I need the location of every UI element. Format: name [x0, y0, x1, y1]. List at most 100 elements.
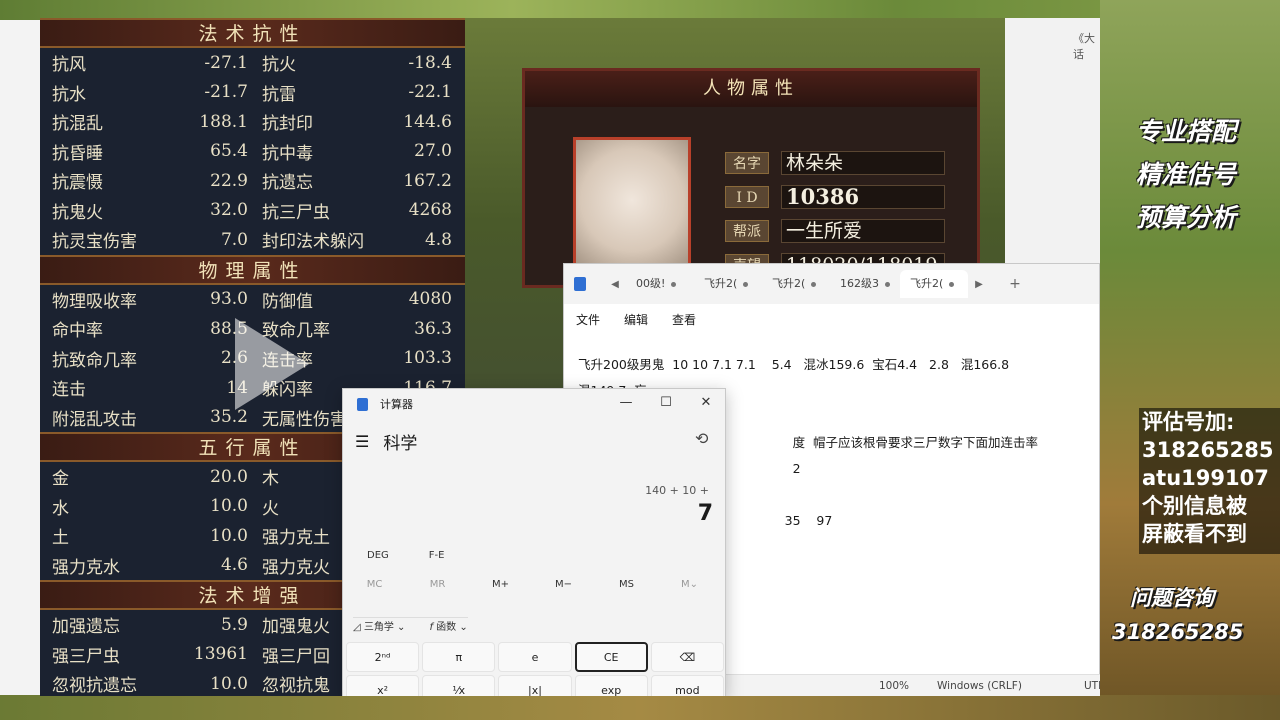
- menu-hamburger-icon[interactable]: ☰: [355, 432, 369, 451]
- promo-line: 专业搭配: [1136, 117, 1237, 146]
- browser-tab-text[interactable]: 《大话: [1073, 30, 1100, 62]
- backspace-button[interactable]: ⌫: [650, 642, 724, 672]
- exp-button[interactable]: exp: [574, 675, 648, 696]
- mod-button[interactable]: mod: [650, 675, 724, 696]
- background-tree: [1100, 0, 1280, 720]
- memory-list-button[interactable]: M⌄: [658, 579, 721, 590]
- char-info-row: 名字 林朵朵: [725, 151, 945, 175]
- notepad-tab[interactable]: 00级!: [626, 270, 694, 298]
- notepad-tab[interactable]: 飞升2(: [694, 270, 762, 298]
- stat-label: 强力克水: [52, 557, 120, 578]
- resist-section-title: 法术抗性: [40, 18, 465, 48]
- stat-row: 抗水 -21.7 抗雷 -22.1: [40, 78, 465, 108]
- unsaved-dot-icon: [885, 281, 890, 287]
- fe-button[interactable]: F-E: [429, 550, 445, 561]
- close-icon[interactable]: ✕: [691, 395, 721, 410]
- stat-row: 抗灵宝伤害 7.0 封印法术躲闪 4.8: [40, 225, 465, 255]
- stat-value: 10.0: [210, 673, 248, 694]
- stat-value: 20.0: [210, 466, 248, 487]
- stat-label: 命中率: [52, 321, 103, 342]
- stat-value: -18.4: [408, 52, 452, 73]
- stat-value: 5.9: [220, 614, 248, 635]
- video-frame: 法术抗性 抗风 -27.1 抗火 -18.4 抗水 -21.7 抗雷 -22.1 抗混乱 188.…: [40, 18, 1100, 696]
- stat-value: 35.2: [210, 407, 248, 428]
- history-icon[interactable]: ⟲: [695, 429, 708, 448]
- unsaved-dot-icon: [811, 281, 817, 287]
- contact-line: 个别信息被: [1142, 494, 1247, 518]
- minimize-icon[interactable]: —: [611, 395, 641, 410]
- m-minus-button[interactable]: M−: [532, 579, 595, 590]
- memory-row: MC MR M+ M− MS M⌄: [343, 579, 727, 590]
- stat-label: 强三尸虫: [52, 646, 120, 667]
- stat-label: 抗风: [52, 55, 86, 76]
- character-panel: 人物属性 名字 林朵朵 I D 10386 帮派 一生所爱 声望 118020/…: [522, 68, 980, 288]
- m-plus-button[interactable]: M+: [469, 579, 532, 590]
- contact-line: 318265285: [1142, 438, 1274, 462]
- char-info-value: 林朵朵: [781, 151, 945, 175]
- notepad-tab-label: 飞升2(: [772, 277, 806, 290]
- ms-button[interactable]: MS: [595, 579, 658, 590]
- angle-mode-button[interactable]: DEG: [367, 550, 389, 561]
- stat-label: 封印法术躲闪: [262, 232, 364, 253]
- stat-row: 抗混乱 188.1 抗封印 144.6: [40, 107, 465, 137]
- stat-label: 抗三尸虫: [262, 202, 330, 223]
- notepad-tabs: 00级! 飞升2(飞升2(162级3 飞升2(: [626, 270, 968, 298]
- notepad-tab-label: 162级3: [840, 277, 879, 290]
- stat-label: 防御值: [262, 291, 313, 312]
- stat-value: 22.9: [210, 170, 248, 191]
- stat-row: 抗风 -27.1 抗火 -18.4: [40, 48, 465, 78]
- notepad-tab-bar: ◀ 00级! 飞升2(飞升2(162级3 飞升2( ▶ +: [564, 264, 1099, 304]
- unsaved-dot-icon: [671, 281, 677, 287]
- stat-label: 抗灵宝伤害: [52, 232, 137, 253]
- resist-rows: 抗风 -27.1 抗火 -18.4 抗水 -21.7 抗雷 -22.1 抗混乱 188.1 抗封印 1…: [40, 48, 465, 255]
- video-play-icon[interactable]: [235, 318, 309, 410]
- second-button[interactable]: 2ⁿᵈ: [346, 642, 420, 672]
- stat-value: 144.6: [403, 111, 452, 132]
- stat-value: 4080: [408, 289, 452, 310]
- trig-label: 三角学: [363, 622, 394, 633]
- stat-label: 抗鬼火: [52, 202, 103, 223]
- new-tab-button[interactable]: +: [1004, 276, 1026, 292]
- pi-button[interactable]: π: [422, 642, 496, 672]
- char-info-value: 10386: [781, 185, 945, 209]
- char-info-value: 一生所爱: [781, 219, 945, 243]
- char-info-label: I D: [725, 186, 769, 208]
- notepad-tab[interactable]: 162级3: [830, 270, 900, 298]
- calculator-window: 计算器 — ☐ ✕ ☰ 科学 ⟲ 140 + 10 + 7 DEG F-E MC…: [342, 388, 726, 696]
- reciprocal-button[interactable]: ¹⁄x: [422, 675, 496, 696]
- abs-button[interactable]: |x|: [498, 675, 572, 696]
- stat-label: 抗震慑: [52, 173, 103, 194]
- character-panel-title: 人物属性: [525, 71, 977, 107]
- notepad-tab[interactable]: 飞升2(: [900, 270, 968, 298]
- mc-button[interactable]: MC: [343, 579, 406, 590]
- menu-file[interactable]: 文件: [576, 311, 600, 328]
- background-bottom: [0, 695, 1280, 720]
- e-button[interactable]: e: [498, 642, 572, 672]
- trig-dropdown[interactable]: ◿ 三角学 ⌄: [353, 618, 405, 633]
- mr-button[interactable]: MR: [406, 579, 469, 590]
- stat-label: 忽视抗遗忘: [52, 676, 137, 696]
- stat-value: 4268: [408, 200, 452, 221]
- notepad-tab[interactable]: 飞升2(: [762, 270, 830, 298]
- func-dropdown[interactable]: f 函数 ⌄: [429, 618, 467, 633]
- stat-label: 抗火: [262, 55, 296, 76]
- char-info-label: 帮派: [725, 220, 769, 242]
- calculator-keypad: 2ⁿᵈ π e CE ⌫ x² ¹⁄x |x| exp mod: [346, 642, 724, 696]
- menu-edit[interactable]: 编辑: [624, 311, 648, 328]
- clear-entry-button[interactable]: CE: [574, 642, 648, 672]
- calculator-mode: 科学: [383, 434, 418, 454]
- stat-label: 抗中毒: [262, 143, 313, 164]
- background-top: [0, 0, 1280, 20]
- char-info-row: 帮派 一生所爱: [725, 219, 945, 243]
- menu-view[interactable]: 查看: [672, 311, 696, 328]
- maximize-icon[interactable]: ☐: [651, 395, 681, 410]
- calculator-expression: 140 + 10 +: [645, 484, 709, 497]
- tab-scroll-right-icon[interactable]: ▶: [968, 279, 990, 290]
- tab-scroll-left-icon[interactable]: ◀: [604, 279, 626, 290]
- stat-row: 物理吸收率 93.0 防御值 4080: [40, 285, 465, 315]
- stat-label: 水: [52, 498, 69, 519]
- stat-value: 27.0: [414, 141, 452, 162]
- square-button[interactable]: x²: [346, 675, 420, 696]
- stat-label: 抗水: [52, 84, 86, 105]
- stat-row: 抗震慑 22.9 抗遗忘 167.2: [40, 166, 465, 196]
